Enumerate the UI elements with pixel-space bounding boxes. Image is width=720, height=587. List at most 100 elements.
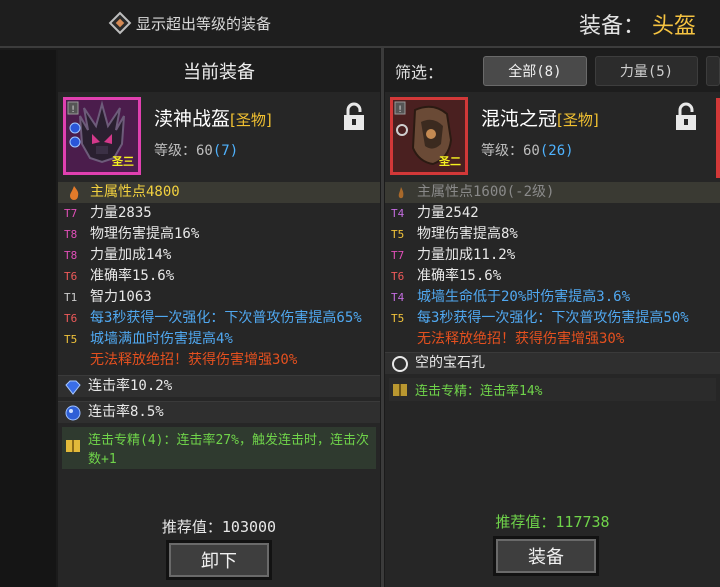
current-item-icon[interactable]: ! 圣三 <box>63 97 141 175</box>
affix-text: 每3秒获得一次强化：下次普攻伤害提高50% <box>417 310 689 326</box>
level-count: (7) <box>212 143 239 159</box>
candidate-item-name: 混沌之冠[圣物] <box>481 104 599 131</box>
main-stat-row: 主属性点1600(-2级) <box>385 182 720 203</box>
filter-label: 筛选： <box>395 63 444 82</box>
diamond-gem-icon <box>65 380 81 395</box>
item-grade-ribbon: 圣三 <box>112 155 134 168</box>
curse-row: 无法释放绝招！获得伤害增强30% <box>385 329 720 350</box>
affix-tier: T7 <box>64 207 78 220</box>
affix-tier: T6 <box>64 312 78 325</box>
affix-row: T4 力量2542 <box>385 203 720 224</box>
affix-text: 力量2835 <box>90 205 152 221</box>
next-card-edge <box>716 98 720 178</box>
set-bonus-box: 连击专精(4)：连击率27%，触发连击时，连击次数+1 <box>62 427 376 469</box>
set-bonus-text: 连击专精：连击率14% <box>415 384 543 399</box>
gem-text-1: 连击率10.2% <box>88 378 173 394</box>
affix-row: T6 每3秒获得一次强化：下次普攻伤害提高65% <box>58 308 380 329</box>
unequip-button[interactable]: 卸下 <box>166 540 272 580</box>
level-text: 等级：60 <box>154 143 213 159</box>
candidate-item-level: 等级：60(26) <box>481 140 574 160</box>
affix-tier: T1 <box>64 291 78 304</box>
main-stat-text: 主属性点4800 <box>90 184 180 200</box>
affix-text: 力量加成11.2% <box>417 247 516 263</box>
candidate-item-icon[interactable]: ! 圣二 <box>390 97 468 175</box>
level-text: 等级：60 <box>481 143 540 159</box>
affix-row: T8 物理伤害提高16% <box>58 224 380 245</box>
curse-row: 无法释放绝招！获得伤害增强30% <box>58 350 380 371</box>
equip-button[interactable]: 装备 <box>493 536 599 576</box>
item-rarity-tag: [圣物] <box>557 111 599 129</box>
affix-row: T1 智力1063 <box>58 287 380 308</box>
current-item-name: 渎神战盔[圣物] <box>154 104 272 131</box>
set-book-icon <box>393 384 407 396</box>
recommend-value: 推荐值：117738 <box>495 513 610 531</box>
lock-icon[interactable] <box>674 102 698 132</box>
affix-row: T6 准确率15.6% <box>385 266 720 287</box>
filter-tab-strength[interactable]: 力量(5) <box>594 56 699 86</box>
affix-row: T7 力量2835 <box>58 203 380 224</box>
affix-tier: T4 <box>391 291 405 304</box>
candidate-equipment-panel: 筛选： 全部(8) 力量(5) ! 圣二 混沌之冠[圣物] 等级：60(26) <box>385 50 720 587</box>
checkbox-diamond-icon[interactable] <box>108 11 132 35</box>
flame-icon <box>70 186 79 200</box>
lock-icon[interactable] <box>342 102 366 132</box>
gem-text-2: 连击率8.5% <box>88 404 164 420</box>
flame-icon <box>398 187 404 199</box>
slot-label: 装备： <box>578 14 645 39</box>
affix-text: 准确率15.6% <box>417 268 502 284</box>
recommend-value: 推荐值：103000 <box>161 518 277 536</box>
set-bonus-box: 连击专精：连击率14% <box>389 378 716 401</box>
main-stat-row: 主属性点4800 <box>58 182 380 203</box>
set-bonus-text: 连击专精(4)：连击率27%，触发连击时，连击次数+1 <box>88 433 369 467</box>
current-item-level: 等级：60(7) <box>154 140 238 160</box>
slot-value: 头盔 <box>651 14 696 39</box>
affix-text: 力量2542 <box>417 205 479 221</box>
affix-tier: T6 <box>391 270 405 283</box>
affix-text: 城墙生命低于20%时伤害提高3.6% <box>417 289 631 305</box>
svg-text:!: ! <box>398 105 402 115</box>
affix-text: 每3秒获得一次强化：下次普攻伤害提高65% <box>90 310 362 326</box>
round-gem-icon <box>65 405 81 421</box>
item-name-text: 渎神战盔 <box>154 108 231 130</box>
curse-text: 无法释放绝招！获得伤害增强30% <box>417 331 625 347</box>
filter-tab-more[interactable] <box>706 56 720 86</box>
affix-row: T4 城墙生命低于20%时伤害提高3.6% <box>385 287 720 308</box>
set-book-icon <box>66 440 80 452</box>
level-count: (26) <box>539 143 574 159</box>
affix-text: 智力1063 <box>90 289 152 305</box>
empty-gem-slot-row: 空的宝石孔 <box>385 352 720 374</box>
item-grade-ribbon: 圣二 <box>439 155 461 168</box>
affix-row: T5 物理伤害提高8% <box>385 224 720 245</box>
affix-row: T5 每3秒获得一次强化：下次普攻伤害提高50% <box>385 308 720 329</box>
panel-divider <box>381 48 384 587</box>
gem-row-2: 连击率8.5% <box>58 401 380 423</box>
filter-bar: 筛选： 全部(8) 力量(5) <box>385 50 720 92</box>
filter-tab-all[interactable]: 全部(8) <box>483 56 587 86</box>
current-item-header: ! 圣三 渎神战盔[圣物] 等级：60(7) <box>58 92 380 182</box>
affix-row: T5 城墙满血时伤害提高4% <box>58 329 380 350</box>
current-equipment-panel: 当前装备 ! 圣三 渎神战盔[圣物] 等级：60(7) 主属性点4800 T7 … <box>58 50 380 587</box>
affix-tier: T8 <box>64 249 78 262</box>
affix-text: 力量加成14% <box>90 247 172 263</box>
affix-text: 物理伤害提高8% <box>417 226 518 242</box>
affix-tier: T5 <box>391 312 405 325</box>
empty-gem-text: 空的宝石孔 <box>415 355 485 371</box>
main-stat-text: 主属性点1600(-2级) <box>417 184 555 200</box>
affix-tier: T5 <box>391 228 405 241</box>
item-rarity-tag: [圣物] <box>230 111 272 129</box>
affix-text: 准确率15.6% <box>90 268 175 284</box>
equipment-slot-title: 装备： 头盔 <box>579 8 696 40</box>
top-bar: 显示超出等级的装备 装备： 头盔 <box>0 0 720 48</box>
affix-row: T7 力量加成11.2% <box>385 245 720 266</box>
left-strip <box>0 50 56 587</box>
current-header: 当前装备 <box>58 50 380 92</box>
svg-text:!: ! <box>71 105 75 115</box>
affix-row: T8 力量加成14% <box>58 245 380 266</box>
affix-row: T6 准确率15.6% <box>58 266 380 287</box>
affix-tier: T6 <box>64 270 78 283</box>
show-over-level-toggle[interactable]: 显示超出等级的装备 <box>108 11 272 35</box>
affix-text: 物理伤害提高16% <box>90 226 200 242</box>
affix-tier: T4 <box>391 207 405 220</box>
toggle-label: 显示超出等级的装备 <box>136 14 272 33</box>
affix-tier: T5 <box>64 333 78 346</box>
